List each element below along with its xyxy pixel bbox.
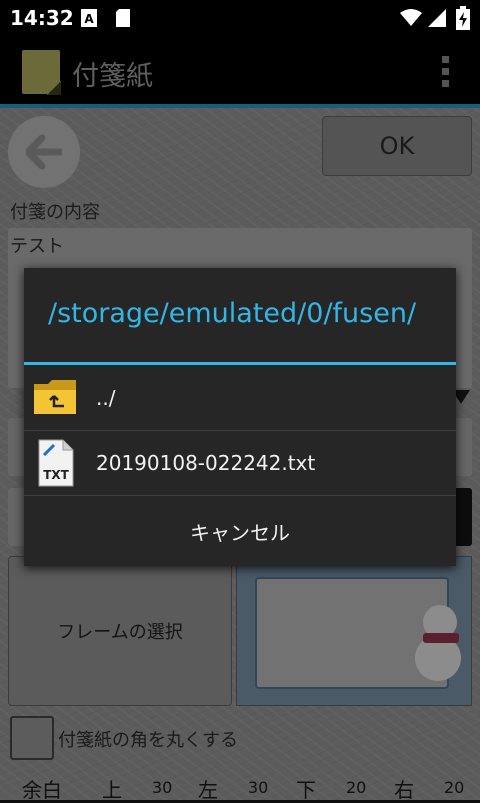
frame-preview bbox=[236, 556, 472, 706]
battery-charging-icon bbox=[456, 6, 470, 34]
list-item-file[interactable]: TXT 20190108-022242.txt bbox=[24, 431, 456, 495]
svg-text:TXT: TXT bbox=[43, 468, 69, 482]
txt-file-icon: TXT bbox=[38, 439, 74, 491]
folder-up-icon bbox=[32, 378, 78, 420]
wifi-icon bbox=[400, 9, 422, 31]
margin-right-label: 右 bbox=[394, 778, 414, 802]
app-title: 付箋紙 bbox=[72, 61, 153, 92]
status-bar: 14:32 A bbox=[0, 0, 480, 36]
frame-select-button[interactable]: フレームの選択 bbox=[8, 556, 232, 706]
dialog-title: /storage/emulated/0/fusen/ bbox=[48, 298, 417, 329]
list-item-label: 20190108-022242.txt bbox=[96, 451, 316, 475]
margin-bottom-label: 下 bbox=[296, 778, 316, 802]
status-time: 14:32 bbox=[10, 6, 74, 30]
content-input-value: テスト bbox=[10, 236, 64, 257]
back-arrow-icon bbox=[26, 134, 62, 170]
overflow-menu-icon[interactable] bbox=[442, 56, 450, 92]
round-corners-checkbox[interactable] bbox=[10, 716, 54, 760]
margin-left-label: 左 bbox=[198, 778, 218, 802]
margin-top-input[interactable]: 30 bbox=[152, 778, 172, 797]
margin-left-input[interactable]: 30 bbox=[248, 778, 268, 797]
content-label: 付箋の内容 bbox=[10, 202, 100, 223]
action-bar: 付箋紙 bbox=[0, 36, 480, 104]
notification-a-icon: A bbox=[80, 8, 98, 32]
file-chooser-dialog: /storage/emulated/0/fusen/ ../ TXT 20190… bbox=[24, 268, 456, 566]
list-item-parent-folder[interactable]: ../ bbox=[24, 366, 456, 430]
signal-icon bbox=[428, 9, 446, 31]
snowman-scarf bbox=[423, 633, 459, 643]
round-corners-label: 付箋紙の角を丸くする bbox=[58, 730, 238, 751]
svg-text:A: A bbox=[84, 12, 94, 26]
ok-button[interactable]: OK bbox=[322, 116, 472, 176]
cancel-button[interactable]: キャンセル bbox=[24, 496, 456, 566]
margin-top-label: 上 bbox=[102, 778, 122, 802]
list-item-label: ../ bbox=[96, 386, 116, 410]
dialog-title-divider bbox=[24, 362, 456, 365]
margins-label: 余白 bbox=[22, 778, 62, 802]
back-button[interactable] bbox=[8, 116, 80, 188]
app-icon bbox=[22, 50, 61, 95]
margins-row: 余白 上 30 左 30 下 20 右 20 bbox=[0, 768, 480, 802]
sd-card-icon bbox=[114, 8, 132, 32]
margin-right-input[interactable]: 20 bbox=[444, 778, 464, 797]
margin-bottom-input[interactable]: 20 bbox=[346, 778, 366, 797]
